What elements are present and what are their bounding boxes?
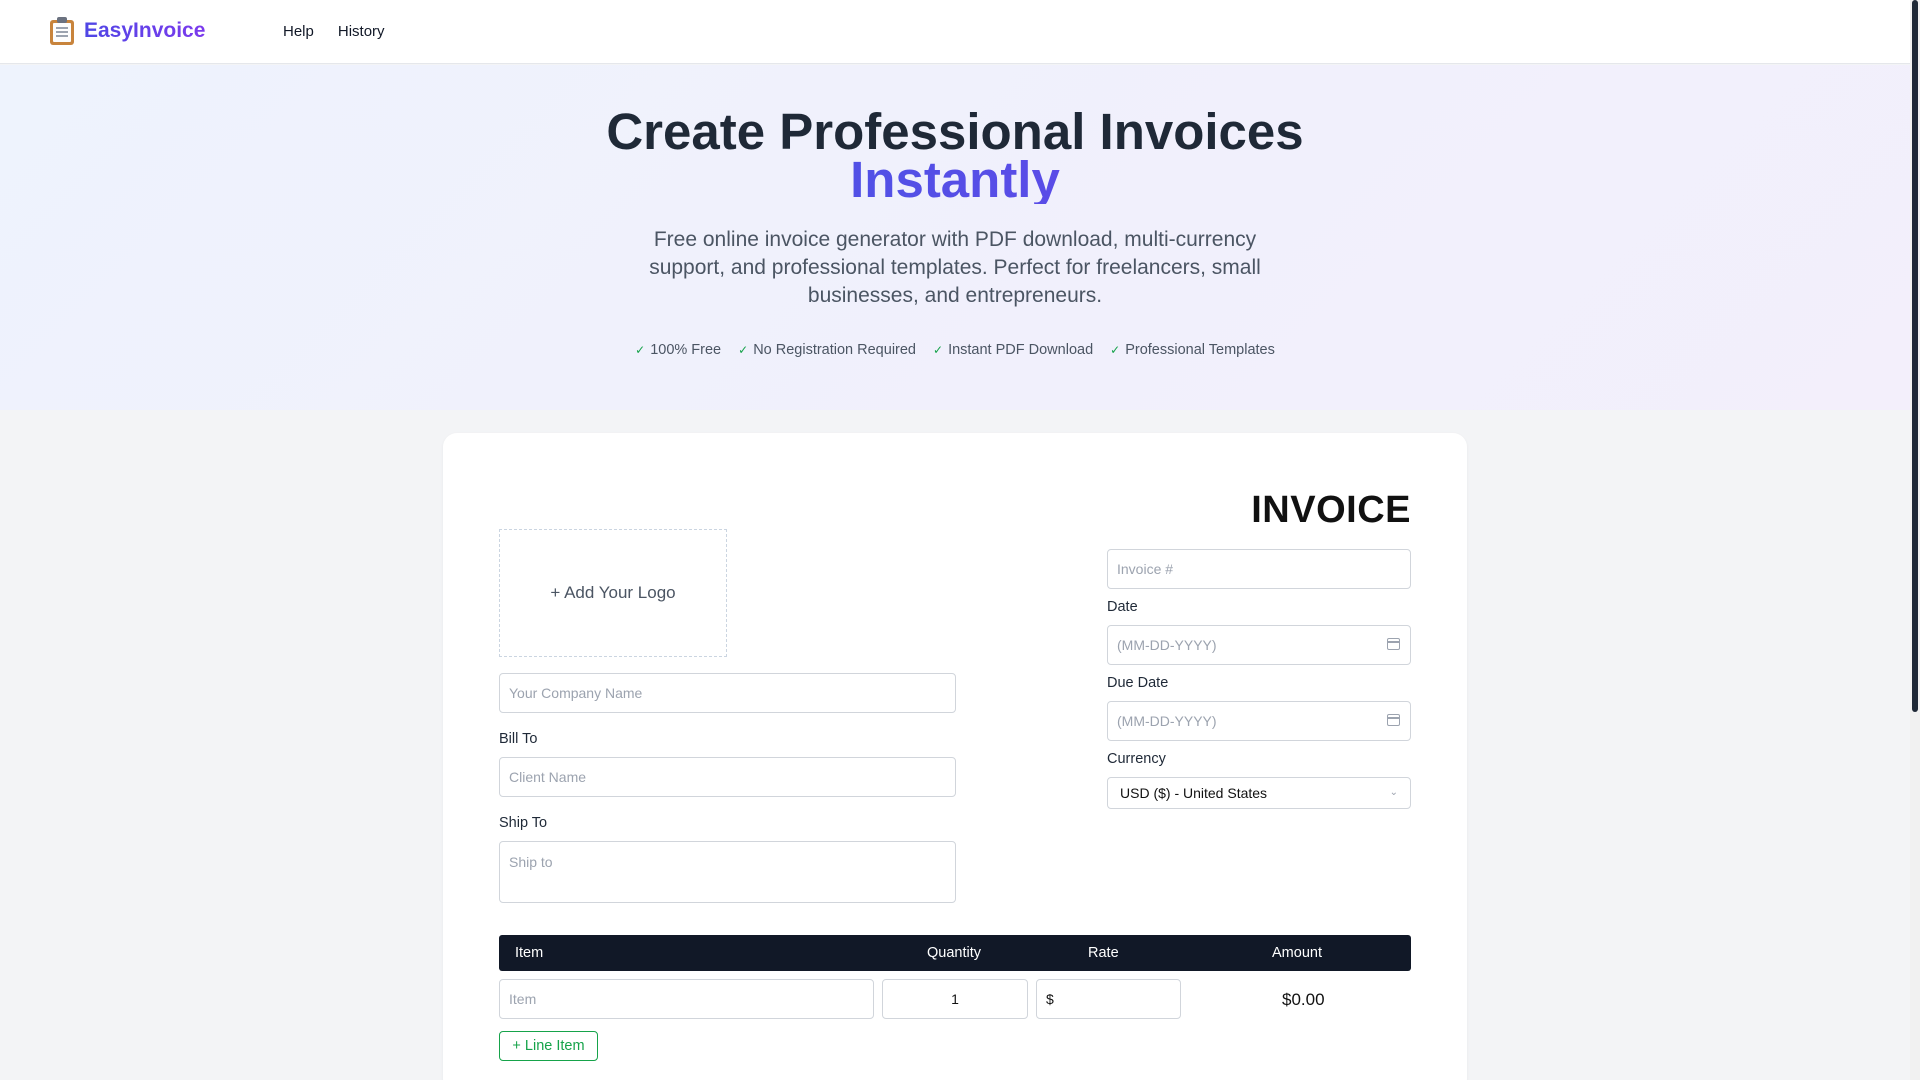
feature-label: 100% Free: [650, 342, 722, 358]
due-date-placeholder: (MM-DD-YYYY): [1117, 713, 1217, 729]
calendar-icon[interactable]: [1387, 714, 1400, 726]
client-name-input[interactable]: Client Name: [499, 757, 956, 797]
ship-to-textarea[interactable]: Ship to: [499, 841, 956, 903]
currency-value: USD ($) - United States: [1120, 785, 1268, 801]
header-item: Item: [515, 945, 544, 961]
nav-history-link[interactable]: History: [338, 23, 385, 40]
quantity-input[interactable]: 1: [882, 979, 1028, 1019]
date-label: Date: [1107, 599, 1138, 615]
feature-item: ✓ Instant PDF Download: [933, 342, 1093, 358]
ship-to-label: Ship To: [499, 815, 548, 831]
items-table-header: Item Quantity Rate Amount: [499, 935, 1411, 971]
check-icon: ✓: [738, 343, 749, 357]
feature-label: Professional Templates: [1125, 342, 1275, 358]
feature-label: No Registration Required: [753, 342, 916, 358]
nav-help-link[interactable]: Help: [283, 23, 314, 40]
hero-section: Create Professional Invoices Instantly F…: [0, 65, 1910, 410]
check-icon: ✓: [635, 343, 646, 357]
item-input[interactable]: Item: [499, 979, 874, 1019]
hero-title: Create Professional Invoices Instantly: [0, 106, 1910, 205]
header-quantity: Quantity: [927, 945, 981, 961]
company-name-input[interactable]: Your Company Name: [499, 673, 956, 713]
main-nav: Help History: [283, 23, 385, 40]
add-logo-button[interactable]: + Add Your Logo: [499, 529, 727, 657]
currency-select[interactable]: USD ($) - United States ⌄: [1107, 777, 1411, 809]
page-scrollbar[interactable]: [1910, 0, 1920, 1080]
invoice-number-input[interactable]: Invoice #: [1107, 549, 1411, 589]
ship-to-placeholder: Ship to: [509, 854, 553, 870]
calendar-icon[interactable]: [1387, 638, 1400, 650]
brand-logo[interactable]: EasyInvoice: [50, 17, 205, 45]
date-input[interactable]: (MM-DD-YYYY): [1107, 625, 1411, 665]
chevron-down-icon: ⌄: [1389, 787, 1398, 798]
scrollbar-thumb[interactable]: [1912, 0, 1918, 712]
invoice-title: INVOICE: [1251, 489, 1411, 531]
feature-item: ✓ Professional Templates: [1110, 342, 1275, 358]
header-amount: Amount: [1272, 945, 1322, 961]
date-placeholder: (MM-DD-YYYY): [1117, 637, 1217, 653]
add-line-item-button[interactable]: + Line Item: [499, 1031, 598, 1061]
due-date-label: Due Date: [1107, 675, 1169, 691]
feature-item: ✓ 100% Free: [635, 342, 721, 358]
line-amount: $0.00: [1282, 990, 1325, 1009]
due-date-input[interactable]: (MM-DD-YYYY): [1107, 701, 1411, 741]
hero-title-accent: Instantly: [0, 154, 1910, 205]
top-navbar: EasyInvoice Help History: [0, 0, 1910, 64]
feature-item: ✓ No Registration Required: [738, 342, 916, 358]
clipboard-icon: [50, 17, 74, 45]
hero-subtitle: Free online invoice generator with PDF d…: [649, 228, 1261, 307]
feature-list: ✓ 100% Free ✓ No Registration Required ✓ In…: [0, 342, 1910, 358]
rate-input[interactable]: $: [1036, 979, 1181, 1019]
feature-label: Instant PDF Download: [948, 342, 1094, 358]
bill-to-label: Bill To: [499, 731, 538, 747]
brand-name: EasyInvoice: [84, 19, 206, 42]
invoice-card: INVOICE + Add Your Logo Your Company Nam…: [443, 433, 1467, 1080]
header-rate: Rate: [1088, 945, 1119, 961]
check-icon: ✓: [933, 343, 944, 357]
check-icon: ✓: [1110, 343, 1121, 357]
currency-label: Currency: [1107, 751, 1166, 767]
